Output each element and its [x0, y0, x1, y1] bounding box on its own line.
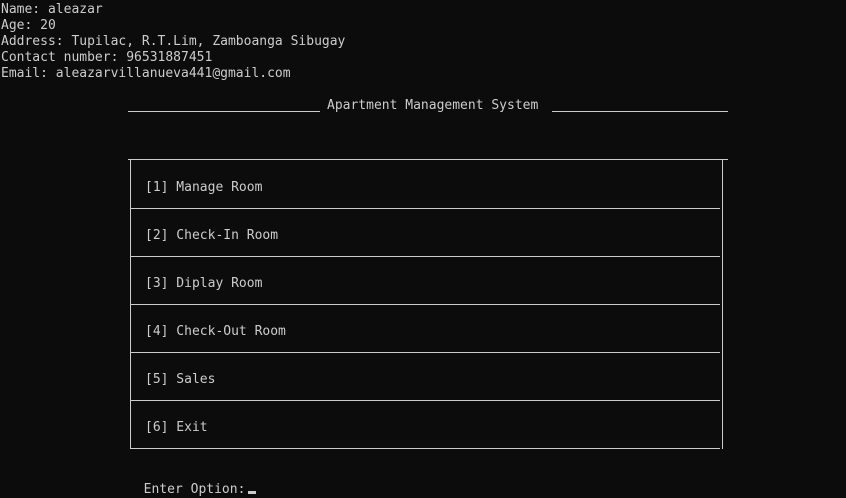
text-cursor [248, 491, 257, 494]
menu-top-border [128, 159, 728, 160]
menu-item-display-room[interactable]: [3] Diplay Room [130, 257, 722, 305]
menu-item-check-in-room[interactable]: [2] Check-In Room [130, 209, 722, 257]
info-name: Name: aleazar [1, 2, 103, 17]
menu-item-label: [6] Exit [145, 420, 208, 435]
title-rule-left [128, 111, 320, 112]
menu-item-sales[interactable]: [5] Sales [130, 353, 722, 401]
info-contact: Contact number: 96531887451 [1, 50, 213, 65]
menu-item-label: [1] Manage Room [145, 180, 263, 195]
menu-item-label: [4] Check-Out Room [145, 324, 286, 339]
menu-item-label: [3] Diplay Room [145, 276, 263, 291]
info-age: Age: 20 [1, 18, 56, 33]
option-input[interactable]: Enter Option: [128, 466, 257, 498]
menu-item-label: [2] Check-In Room [145, 228, 279, 243]
title-row: Apartment Management System [128, 98, 728, 114]
menu-item-label: [5] Sales [145, 372, 216, 387]
menu-item-exit[interactable]: [6] Exit [130, 401, 722, 449]
menu-item-manage-room[interactable]: [1] Manage Room [130, 161, 722, 209]
prompt-label: Enter Option: [143, 482, 246, 497]
page-title: Apartment Management System [327, 98, 539, 113]
info-email: Email: aleazarvillanueva441@gmail.com [1, 66, 291, 81]
title-rule-right [552, 111, 728, 112]
info-address: Address: Tupilac, R.T.Lim, Zamboanga Sib… [1, 34, 346, 49]
menu-item-check-out-room[interactable]: [4] Check-Out Room [130, 305, 722, 353]
menu-divider [130, 448, 720, 449]
menu-right-border [722, 160, 723, 449]
